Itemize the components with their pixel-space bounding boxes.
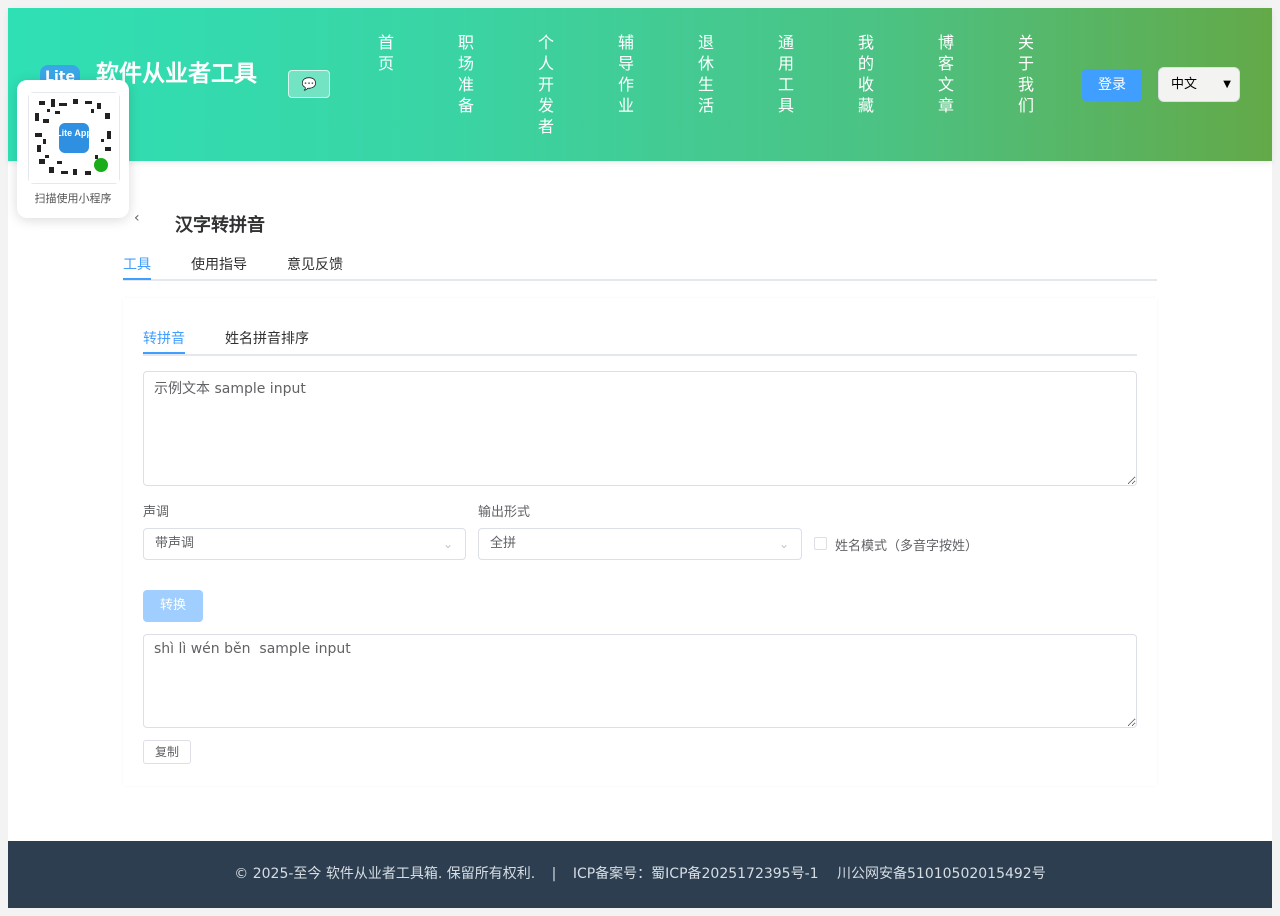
page-frame: Lite 软件从业者工具 💬 首页 职场准备 个人开发者 辅导作业 退休生活 通… <box>8 8 1272 908</box>
name-mode-checkbox[interactable] <box>814 537 827 550</box>
active-subtab-indicator <box>143 352 185 354</box>
back-chevron-icon[interactable]: ‹ <box>134 210 140 226</box>
nav-item-career[interactable]: 职场准备 <box>458 32 476 116</box>
nav-item-blog[interactable]: 博客文章 <box>938 32 956 116</box>
convert-button[interactable]: 转换 <box>143 590 203 622</box>
subtab-name-sort[interactable]: 姓名拼音排序 <box>225 328 309 348</box>
page-title: 汉字转拼音 <box>175 215 265 236</box>
nav-item-indie-dev[interactable]: 个人开发者 <box>538 32 556 137</box>
tool-subtabs: 转拼音 姓名拼音排序 <box>143 328 1137 356</box>
login-button[interactable]: 登录 <box>1082 69 1142 101</box>
nav-item-retirement[interactable]: 退休生活 <box>698 32 716 116</box>
nav-item-home[interactable]: 首页 <box>378 32 396 74</box>
tone-select-value: 带声调 <box>155 536 195 551</box>
qr-badge-text: Lite App <box>56 128 92 138</box>
nav-item-homework[interactable]: 辅导作业 <box>618 32 636 116</box>
footer-police-link[interactable]: 川公网安备51010502015492号 <box>837 866 1046 882</box>
subtab-to-pinyin[interactable]: 转拼音 <box>143 328 185 348</box>
tab-tool[interactable]: 工具 <box>123 254 151 274</box>
nav-item-about[interactable]: 关于我们 <box>1018 32 1036 116</box>
chevron-down-icon: ▼ <box>1223 79 1231 90</box>
footer-icp-link[interactable]: ICP备案号：蜀ICP备2025172395号-1 <box>573 866 819 882</box>
site-footer: © 2025-至今 软件从业者工具箱. 保留所有权利. | ICP备案号：蜀IC… <box>8 841 1272 908</box>
qr-code-graphic: Lite App <box>29 93 119 183</box>
language-value: 中文 <box>1171 77 1198 92</box>
chat-bubble-icon: 💬 <box>301 77 317 91</box>
qr-code-image: Lite App <box>28 92 120 184</box>
language-select[interactable]: 中文 ▼ <box>1158 67 1240 102</box>
tone-label: 声调 <box>143 505 170 520</box>
page-tabs: 工具 使用指导 意见反馈 <box>123 252 1157 281</box>
tool-card: 转拼音 姓名拼音排序 示例文本 sample input 声调 输出形式 带声调… <box>123 298 1157 786</box>
footer-separator: | <box>551 866 557 882</box>
tab-feedback[interactable]: 意见反馈 <box>287 254 343 274</box>
copy-button[interactable]: 复制 <box>143 740 191 764</box>
source-text-input[interactable]: 示例文本 sample input <box>143 371 1137 486</box>
format-select[interactable]: 全拼 ⌄ <box>478 528 802 560</box>
format-label: 输出形式 <box>478 505 531 520</box>
chat-button[interactable]: 💬 <box>288 70 330 98</box>
miniprogram-qr-card: Lite App 扫描使用小程序 <box>17 80 129 218</box>
qr-caption: 扫描使用小程序 <box>34 192 112 205</box>
pinyin-output[interactable]: shì lì wén běn sample input <box>143 634 1137 728</box>
tab-guide[interactable]: 使用指导 <box>191 254 247 274</box>
chevron-down-icon: ⌄ <box>442 537 453 551</box>
top-header: Lite 软件从业者工具 💬 首页 职场准备 个人开发者 辅导作业 退休生活 通… <box>8 8 1272 161</box>
active-tab-indicator <box>123 278 151 280</box>
name-mode-label[interactable]: 姓名模式（多音字按姓） <box>835 535 978 554</box>
nav-item-favorites[interactable]: 我的收藏 <box>858 32 876 116</box>
chevron-down-icon: ⌄ <box>778 537 789 551</box>
footer-copyright: © 2025-至今 软件从业者工具箱. 保留所有权利. <box>234 866 536 882</box>
tone-select[interactable]: 带声调 ⌄ <box>143 528 466 560</box>
format-select-value: 全拼 <box>490 536 517 551</box>
nav-item-general-tools[interactable]: 通用工具 <box>778 32 796 116</box>
